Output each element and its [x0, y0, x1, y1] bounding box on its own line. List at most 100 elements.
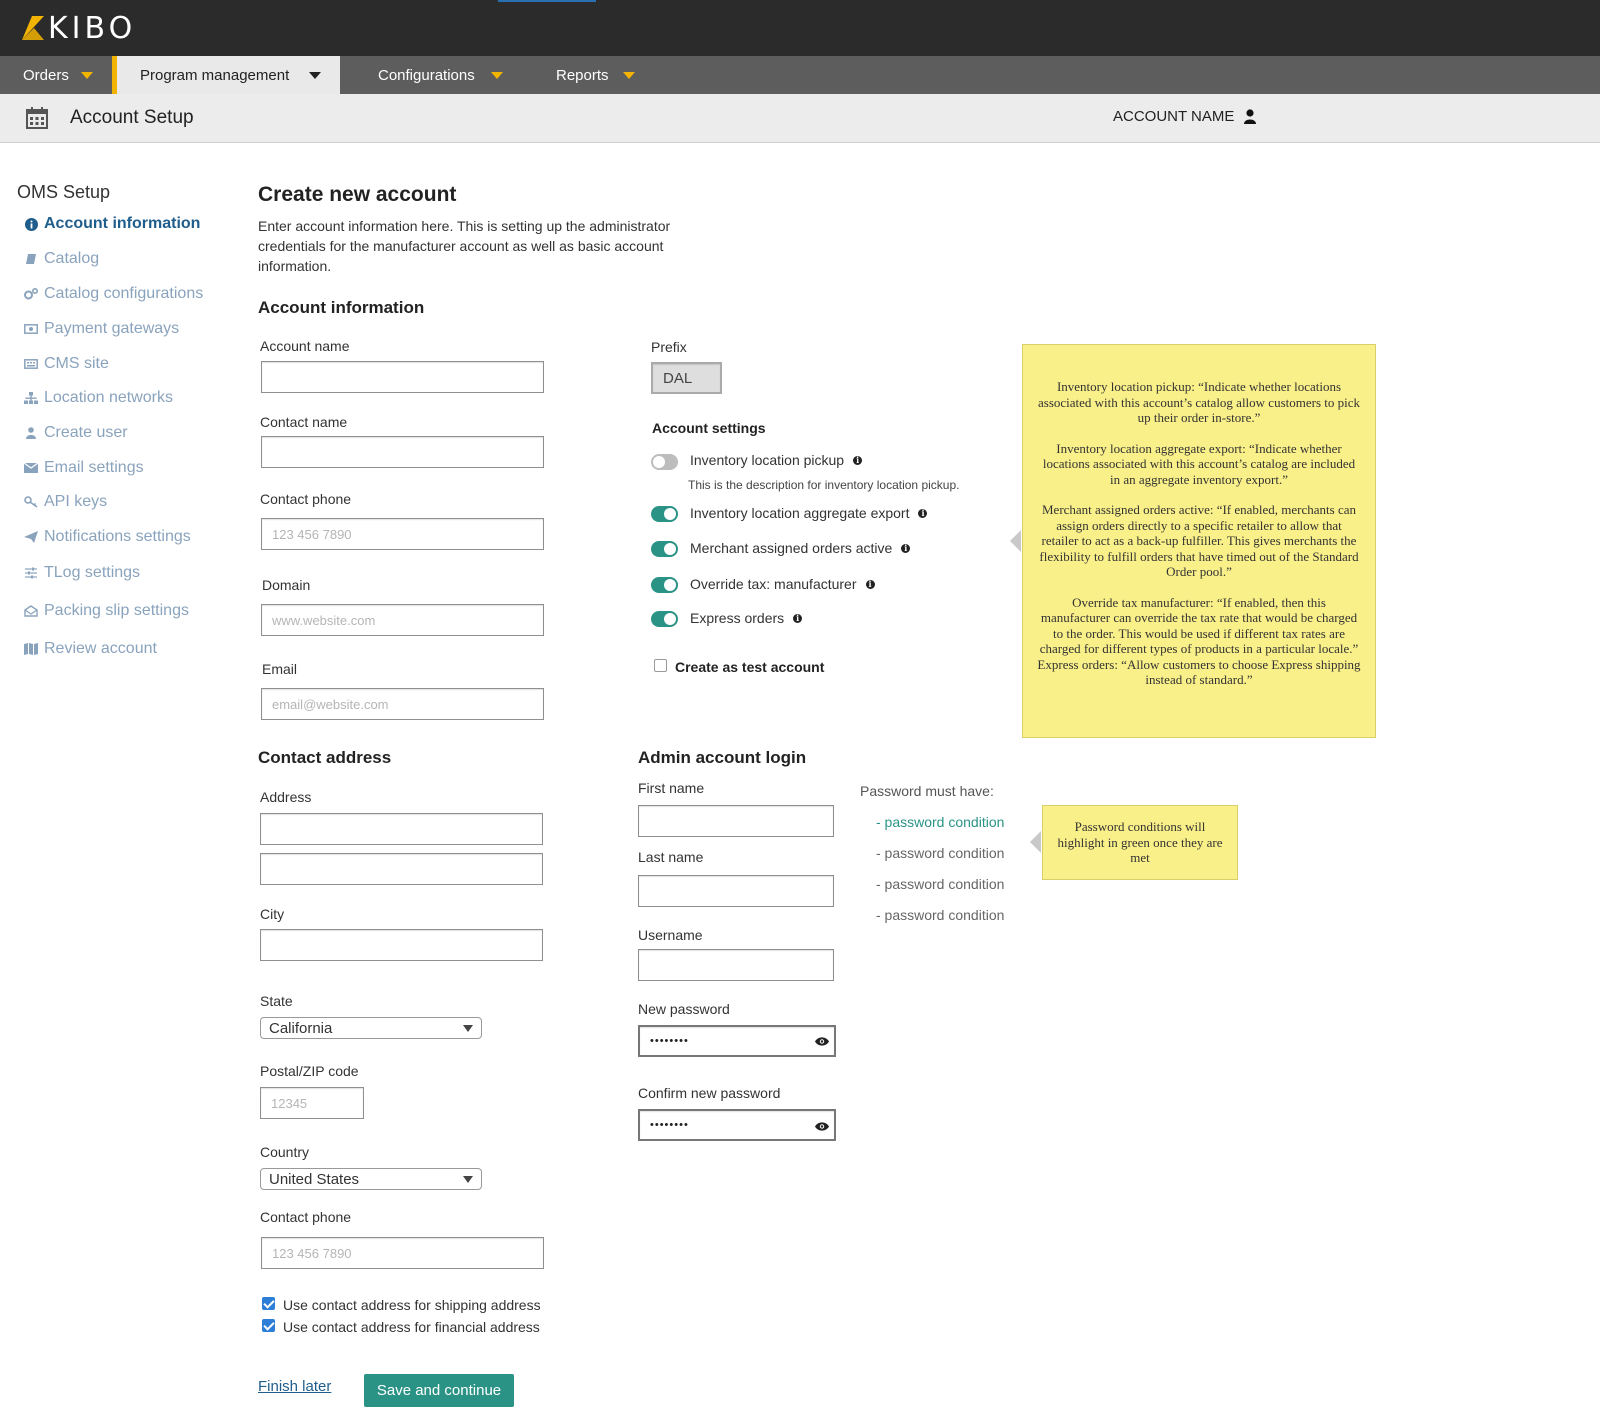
info-icon[interactable]: i [901, 543, 911, 553]
user-icon [1244, 109, 1257, 124]
first-name-input[interactable] [638, 805, 834, 837]
note-paragraph: Express orders: “Allow customers to choo… [1037, 656, 1361, 688]
show-password-icon[interactable] [815, 1122, 829, 1131]
calendar-icon [26, 107, 48, 129]
sidebar-item-label: Create user [44, 424, 128, 441]
shipping-address-checkbox[interactable] [262, 1297, 275, 1310]
nav-program-management[interactable]: Program management [112, 56, 340, 94]
email-input[interactable]: email@website.com [261, 688, 544, 720]
first-name-label: First name [638, 780, 705, 796]
express-orders-toggle[interactable] [651, 611, 678, 627]
open-envelope-icon [24, 604, 38, 618]
page-header: Account Setup ACCOUNT NAME [0, 94, 1600, 143]
sidebar-item-api-keys[interactable]: API keys [24, 493, 107, 511]
toggle-label: Inventory location pickup [690, 452, 845, 468]
inventory-location-pickup-row: Inventory location pickup i [690, 452, 863, 468]
confirm-password-input[interactable]: •••••••• [638, 1109, 836, 1141]
caret-down-icon [463, 1024, 473, 1032]
sidebar-item-label: Email settings [44, 459, 144, 476]
sidebar-item-account-information[interactable]: Account information [24, 215, 200, 233]
save-continue-button[interactable]: Save and continue [364, 1374, 514, 1407]
merchant-assigned-orders-toggle[interactable] [651, 541, 678, 557]
info-icon[interactable]: i [865, 579, 875, 589]
toggle-label: Override tax: manufacturer [690, 576, 857, 592]
prefix-input[interactable]: DAL [651, 362, 722, 394]
info-icon[interactable]: i [853, 455, 863, 465]
sidebar-item-catalog-configurations[interactable]: Catalog configurations [24, 285, 203, 303]
country-select[interactable]: United States [260, 1168, 482, 1190]
keyboard-icon [24, 357, 38, 371]
sidebar-item-email-settings[interactable]: Email settings [24, 459, 144, 477]
password-note: Password conditions will highlight in gr… [1042, 805, 1238, 880]
postal-input[interactable]: 12345 [260, 1087, 364, 1119]
sidebar-item-create-user[interactable]: Create user [24, 424, 128, 442]
nav-program-management-label: Program management [140, 66, 290, 84]
info-icon[interactable]: i [918, 508, 928, 518]
map-icon [24, 642, 38, 656]
account-name-input[interactable] [261, 361, 544, 393]
test-account-label: Create as test account [675, 659, 825, 675]
username-input[interactable] [638, 949, 834, 981]
contact-name-input[interactable] [261, 436, 544, 468]
country-select-value: United States [269, 1170, 360, 1188]
sidebar-item-notifications-settings[interactable]: Notifications settings [24, 528, 191, 546]
override-tax-toggle[interactable] [651, 577, 678, 593]
new-password-input[interactable]: •••••••• [638, 1025, 836, 1057]
city-label: City [260, 906, 285, 922]
city-input[interactable] [260, 929, 543, 961]
sidebar-item-cms-site[interactable]: CMS site [24, 355, 109, 373]
sidebar-item-location-networks[interactable]: Location networks [24, 389, 173, 407]
express-orders-row: Express orders i [690, 610, 803, 626]
state-select[interactable]: California [260, 1017, 482, 1039]
inventory-aggregate-export-row: Inventory location aggregate export i [690, 505, 928, 521]
contact-phone-input[interactable]: 123 456 7890 [261, 518, 544, 550]
sidebar-item-catalog[interactable]: Catalog [24, 250, 99, 268]
financial-address-label: Use contact address for financial addres… [283, 1319, 540, 1335]
sidebar-item-label: Review account [44, 640, 157, 657]
domain-input[interactable]: www.website.com [261, 604, 544, 636]
nav-orders[interactable]: Orders [23, 56, 93, 94]
address-line-2-input[interactable] [260, 853, 543, 885]
sliders-icon [24, 566, 38, 580]
caret-down-icon [80, 71, 93, 79]
last-name-input[interactable] [638, 875, 834, 907]
sidebar-item-payment-gateways[interactable]: Payment gateways [24, 320, 179, 338]
caret-down-icon [309, 71, 322, 79]
sidebar-item-label: Payment gateways [44, 320, 180, 337]
note-paragraph: Override tax manufacturer: “If enabled, … [1039, 594, 1359, 657]
sidebar-item-label: Location networks [44, 389, 173, 406]
key-icon [24, 495, 38, 509]
confirm-password-label: Confirm new password [638, 1085, 781, 1101]
financial-address-checkbox[interactable] [262, 1319, 275, 1332]
address-label: Address [260, 789, 312, 805]
info-icon[interactable]: i [793, 613, 803, 623]
note-pointer [1030, 831, 1041, 853]
show-password-icon[interactable] [815, 1037, 829, 1046]
override-tax-row: Override tax: manufacturer i [690, 576, 875, 592]
finish-later-link[interactable]: Finish later [258, 1378, 331, 1395]
sidebar-item-tlog-settings[interactable]: TLog settings [24, 564, 140, 582]
inventory-location-pickup-toggle[interactable] [651, 454, 678, 470]
account-menu[interactable]: ACCOUNT NAME [1113, 108, 1257, 125]
nav-reports[interactable]: Reports [556, 56, 635, 94]
inventory-aggregate-export-toggle[interactable] [651, 506, 678, 522]
address-contact-phone-input[interactable]: 123 456 7890 [261, 1237, 544, 1269]
new-password-label: New password [638, 1001, 730, 1017]
domain-label: Domain [262, 577, 311, 593]
account-name: ACCOUNT NAME [1113, 108, 1235, 125]
caret-down-icon [490, 71, 503, 79]
nav-configurations[interactable]: Configurations [378, 56, 503, 94]
book-icon [24, 252, 38, 266]
address-line-1-input[interactable] [260, 813, 543, 845]
sidebar-item-label: Account information [44, 215, 201, 232]
test-account-checkbox[interactable] [654, 659, 667, 672]
confirm-password-value: •••••••• [650, 1119, 689, 1131]
money-icon [24, 322, 38, 336]
prefix-label: Prefix [651, 339, 687, 355]
sidebar-item-review-account[interactable]: Review account [24, 640, 157, 658]
sidebar-item-label: Packing slip settings [44, 602, 189, 619]
note-pointer [1010, 530, 1021, 552]
sidebar-item-label: API keys [44, 493, 108, 510]
sidebar-item-packing-slip-settings[interactable]: Packing slip settings [24, 602, 189, 620]
kibo-logo[interactable]: KIBO [22, 11, 136, 46]
